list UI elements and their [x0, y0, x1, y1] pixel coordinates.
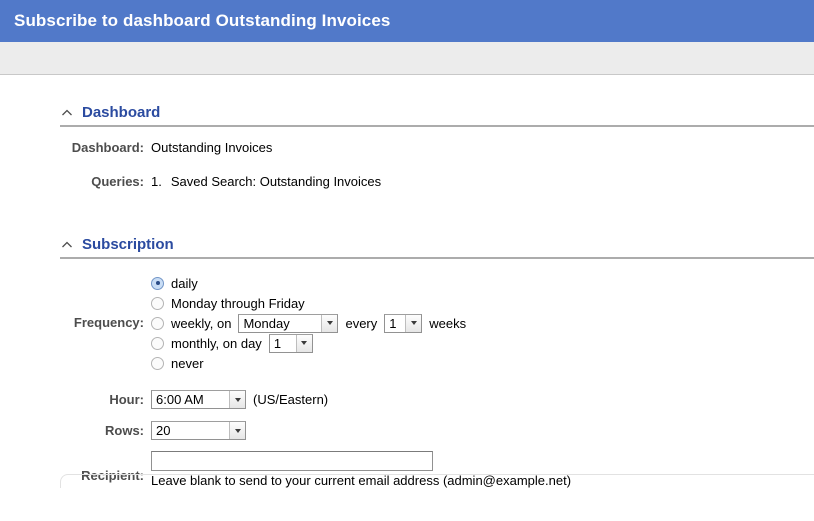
frequency-option-weekly[interactable]: weekly, on Monday every 1 [151, 313, 466, 333]
weekly-every-text: every [345, 316, 377, 331]
frequency-option-monthly[interactable]: monthly, on day 1 [151, 333, 466, 353]
field-row-frequency: Frequency: daily Monday through Friday [60, 273, 814, 373]
recipient-input[interactable] [151, 451, 433, 471]
field-row-rows: Rows: 20 [60, 420, 814, 441]
chevron-down-icon[interactable] [229, 391, 245, 408]
recipient-hint: Leave blank to send to your current emai… [151, 473, 571, 488]
dashboard-fields: Dashboard: Outstanding Invoices Queries:… [60, 140, 814, 190]
field-row-queries: Queries: 1. Saved Search: Outstanding In… [60, 174, 814, 190]
chevron-down-icon[interactable] [296, 335, 312, 352]
field-row-recipient: Recipient: Leave blank to send to your c… [60, 451, 814, 488]
recipient-label: Recipient: [60, 451, 151, 483]
dashboard-field-label: Dashboard: [60, 140, 151, 156]
toolbar-strip [0, 42, 814, 75]
weekly-interval-select-value: 1 [389, 315, 401, 332]
section-dashboard: Dashboard Dashboard: Outstanding Invoice… [60, 104, 814, 190]
form-panel: Dashboard Dashboard: Outstanding Invoice… [60, 75, 814, 488]
dashboard-field-value: Outstanding Invoices [151, 140, 272, 156]
hour-timezone-text: (US/Eastern) [253, 392, 328, 407]
weekly-weeks-text: weeks [429, 316, 466, 331]
section-dashboard-title: Dashboard [82, 104, 160, 122]
rows-label: Rows: [60, 423, 151, 438]
section-dashboard-header[interactable]: Dashboard [60, 104, 814, 125]
radio-never[interactable] [151, 357, 164, 370]
radio-weekdays[interactable] [151, 297, 164, 310]
radio-weekdays-label: Monday through Friday [171, 296, 305, 311]
chevron-down-icon[interactable] [229, 422, 245, 439]
chevron-down-icon[interactable] [405, 315, 421, 332]
chevron-up-icon[interactable] [60, 106, 74, 120]
queries-list: 1. Saved Search: Outstanding Invoices [151, 174, 381, 190]
query-text: Saved Search: Outstanding Invoices [171, 174, 381, 190]
radio-monthly-label: monthly, on day [171, 336, 262, 351]
hour-select-value: 6:00 AM [156, 391, 225, 408]
query-number: 1. [151, 174, 162, 190]
radio-daily-label: daily [171, 276, 198, 291]
frequency-radio-group[interactable]: daily Monday through Friday weekly, on M… [151, 273, 466, 373]
window-title: Subscribe to dashboard Outstanding Invoi… [14, 11, 390, 31]
section-subscription: Subscription Frequency: daily Monday t [60, 236, 814, 488]
hour-select[interactable]: 6:00 AM [151, 390, 246, 409]
frequency-option-never[interactable]: never [151, 353, 466, 373]
frequency-option-daily[interactable]: daily [151, 273, 466, 293]
recipient-group: Leave blank to send to your current emai… [151, 451, 571, 488]
weekly-interval-select[interactable]: 1 [384, 314, 422, 333]
hour-label: Hour: [60, 392, 151, 407]
form-body: Dashboard Dashboard: Outstanding Invoice… [0, 75, 814, 488]
queries-field-label: Queries: [60, 174, 151, 190]
radio-daily[interactable] [151, 277, 164, 290]
field-row-hour: Hour: 6:00 AM (US/Eastern) [60, 389, 814, 410]
section-subscription-divider [60, 257, 814, 259]
field-row-dashboard: Dashboard: Outstanding Invoices [60, 140, 814, 156]
weekly-day-select-value: Monday [243, 315, 317, 332]
monthly-day-select-value: 1 [274, 335, 292, 352]
rows-select-value: 20 [156, 422, 225, 439]
weekly-day-select[interactable]: Monday [238, 314, 338, 333]
rows-select[interactable]: 20 [151, 421, 246, 440]
window-titlebar: Subscribe to dashboard Outstanding Invoi… [0, 0, 814, 42]
section-dashboard-divider [60, 125, 814, 127]
subscription-fields: Frequency: daily Monday through Friday [60, 273, 814, 488]
radio-weekly[interactable] [151, 317, 164, 330]
chevron-down-icon[interactable] [321, 315, 337, 332]
radio-never-label: never [171, 356, 204, 371]
radio-weekly-label: weekly, on [171, 316, 231, 331]
radio-monthly[interactable] [151, 337, 164, 350]
frequency-label: Frequency: [60, 273, 151, 330]
monthly-day-select[interactable]: 1 [269, 334, 313, 353]
section-subscription-title: Subscription [82, 236, 174, 254]
chevron-up-icon[interactable] [60, 238, 74, 252]
frequency-option-weekdays[interactable]: Monday through Friday [151, 293, 466, 313]
section-subscription-header[interactable]: Subscription [60, 236, 814, 257]
